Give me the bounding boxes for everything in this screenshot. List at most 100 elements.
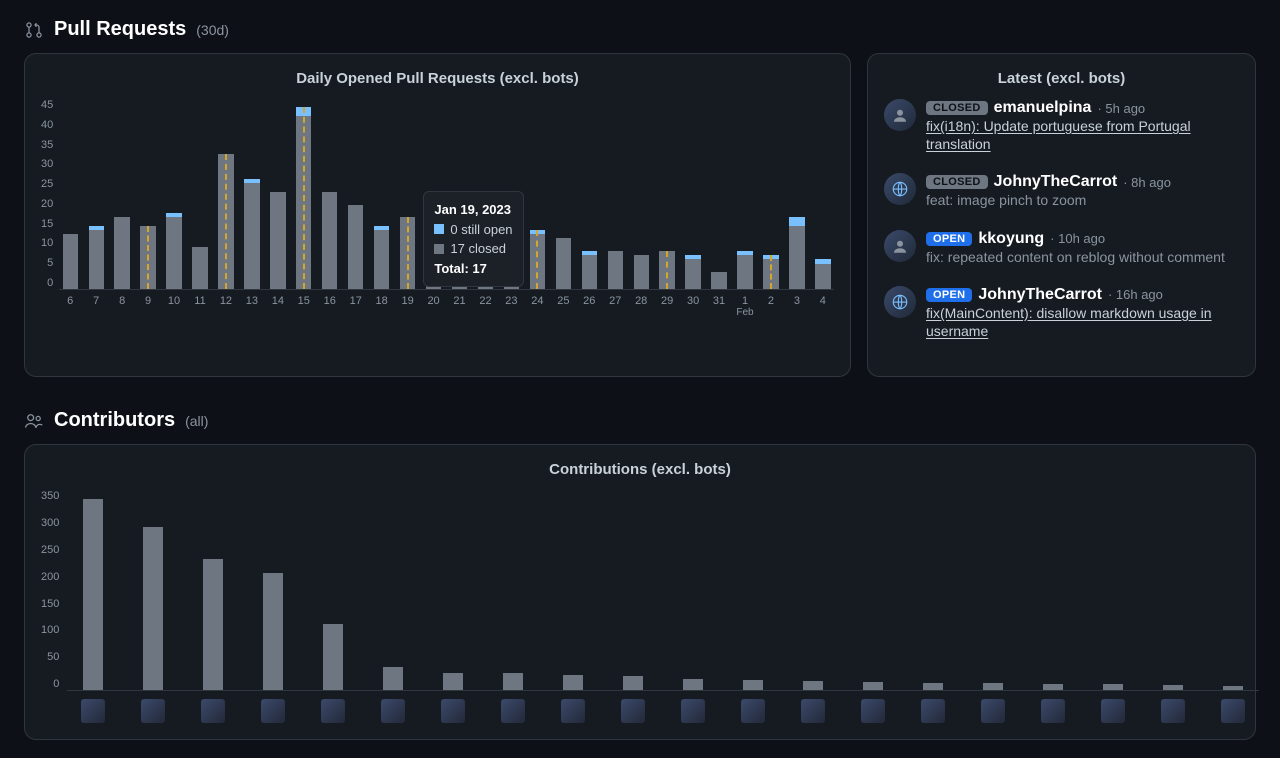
contributor-avatar[interactable]	[501, 699, 525, 723]
contrib-bar[interactable]	[501, 673, 525, 690]
contributor-avatar[interactable]	[801, 699, 825, 723]
avatar[interactable]	[884, 286, 916, 318]
contrib-bar[interactable]	[681, 679, 705, 690]
pr-title[interactable]: fix(i18n): Update portuguese from Portug…	[926, 117, 1239, 153]
chart-plot-area[interactable]: 6789101112131415161718192021222324252627…	[59, 99, 834, 329]
pr-author[interactable]: kkoyung	[978, 230, 1044, 248]
chart-bar[interactable]	[319, 192, 341, 289]
chart-bar[interactable]	[397, 217, 419, 289]
contrib-bar[interactable]	[441, 673, 465, 690]
contributor-avatar[interactable]	[201, 699, 225, 723]
chart-bar[interactable]	[630, 255, 652, 289]
chart-bar[interactable]	[85, 226, 107, 289]
chart-plot-area[interactable]	[67, 490, 1259, 723]
contrib-bar[interactable]	[321, 624, 345, 690]
contributor-avatar[interactable]	[381, 699, 405, 723]
contributor-avatar[interactable]	[81, 699, 105, 723]
chart-bar[interactable]	[656, 251, 678, 289]
chart-x-axis-sub: Feb	[59, 307, 834, 318]
chart-bar[interactable]	[345, 205, 367, 289]
contrib-bar[interactable]	[921, 683, 945, 690]
chart-bar[interactable]	[786, 217, 808, 289]
pr-title[interactable]: feat: image pinch to zoom	[926, 191, 1171, 209]
pr-title[interactable]: fix: repeated content on reblog without …	[926, 248, 1225, 266]
chart-bar[interactable]	[163, 213, 185, 289]
contrib-bar[interactable]	[381, 667, 405, 690]
contrib-bar[interactable]	[741, 680, 765, 690]
chart-bar[interactable]	[215, 154, 237, 289]
chart-bar[interactable]	[371, 226, 393, 289]
latest-pr-item[interactable]: CLOSEDemanuelpina· 5h agofix(i18n): Upda…	[884, 99, 1239, 153]
contrib-bar[interactable]	[1221, 686, 1245, 691]
contrib-bar[interactable]	[861, 682, 885, 691]
contrib-bar[interactable]	[81, 499, 105, 690]
chart-bar[interactable]	[500, 268, 522, 289]
contributor-avatars	[67, 691, 1259, 723]
chart-bar[interactable]	[682, 255, 704, 289]
pr-title[interactable]: fix(MainContent): disallow markdown usag…	[926, 304, 1239, 340]
contributor-avatar[interactable]	[441, 699, 465, 723]
contrib-bar[interactable]	[1161, 685, 1185, 690]
pr-author[interactable]: JohnyTheCarrot	[978, 286, 1102, 304]
contributor-avatar[interactable]	[921, 699, 945, 723]
latest-pr-panel: Latest (excl. bots) CLOSEDemanuelpina· 5…	[867, 53, 1256, 377]
chart-bar[interactable]	[475, 230, 497, 289]
contrib-bar[interactable]	[141, 527, 165, 690]
chart-bar[interactable]	[267, 192, 289, 289]
chart-y-axis: 454035302520151050	[41, 99, 59, 289]
weekend-marker	[147, 226, 149, 289]
chart-bar[interactable]	[137, 226, 159, 289]
contributor-avatar[interactable]	[1221, 699, 1245, 723]
contributor-avatar[interactable]	[1101, 699, 1125, 723]
chart-bar[interactable]	[812, 259, 834, 289]
chart-bar[interactable]	[449, 230, 471, 289]
contributor-avatar[interactable]	[141, 699, 165, 723]
weekend-marker	[770, 255, 772, 289]
contrib-bar[interactable]	[261, 573, 285, 690]
chart-bar[interactable]	[111, 217, 133, 289]
contrib-bar[interactable]	[201, 559, 225, 690]
contrib-bar[interactable]	[561, 675, 585, 690]
chart-y-axis: 350300250200150100500	[41, 490, 67, 690]
pr-author[interactable]: JohnyTheCarrot	[994, 173, 1118, 191]
contributor-avatar[interactable]	[261, 699, 285, 723]
pr-time: · 16h ago	[1108, 287, 1163, 302]
chart-bar[interactable]	[760, 255, 782, 289]
contributor-avatar[interactable]	[321, 699, 345, 723]
people-icon	[24, 411, 44, 431]
latest-pr-item[interactable]: OPENkkoyung· 10h agofix: repeated conten…	[884, 230, 1239, 266]
contributor-avatar[interactable]	[681, 699, 705, 723]
pr-author[interactable]: emanuelpina	[994, 99, 1092, 117]
status-badge-open: OPEN	[926, 288, 972, 302]
latest-pr-item[interactable]: OPEN JohnyTheCarrot · 16h ago fix(MainConte…	[884, 286, 1239, 340]
section-title: Pull Requests	[54, 18, 186, 41]
contrib-bar[interactable]	[621, 676, 645, 690]
contributor-avatar[interactable]	[861, 699, 885, 723]
chart-bar[interactable]	[604, 251, 626, 289]
contributor-avatar[interactable]	[741, 699, 765, 723]
avatar[interactable]	[884, 99, 916, 131]
chart-bar[interactable]	[189, 247, 211, 289]
contributor-avatar[interactable]	[1041, 699, 1065, 723]
chart-bar[interactable]	[526, 230, 548, 289]
contributor-avatar[interactable]	[561, 699, 585, 723]
contrib-bar[interactable]	[1101, 684, 1125, 690]
chart-bar[interactable]	[59, 234, 81, 289]
avatar[interactable]	[884, 173, 916, 205]
chart-x-axis: 6789101112131415161718192021222324252627…	[59, 295, 834, 307]
contributor-avatar[interactable]	[1161, 699, 1185, 723]
contrib-bar[interactable]	[1041, 684, 1065, 690]
chart-bar[interactable]	[241, 179, 263, 289]
latest-pr-item[interactable]: CLOSEDJohnyTheCarrot· 8h agofeat: image …	[884, 173, 1239, 209]
avatar[interactable]	[884, 230, 916, 262]
contributor-avatar[interactable]	[981, 699, 1005, 723]
contributor-avatar[interactable]	[621, 699, 645, 723]
chart-bar[interactable]	[578, 251, 600, 289]
contrib-bar[interactable]	[801, 681, 825, 690]
chart-bar[interactable]	[293, 107, 315, 289]
chart-bar[interactable]	[552, 238, 574, 289]
chart-bar[interactable]	[423, 238, 445, 289]
chart-bar[interactable]	[708, 272, 730, 289]
contrib-bar[interactable]	[981, 683, 1005, 690]
chart-bar[interactable]	[734, 251, 756, 289]
